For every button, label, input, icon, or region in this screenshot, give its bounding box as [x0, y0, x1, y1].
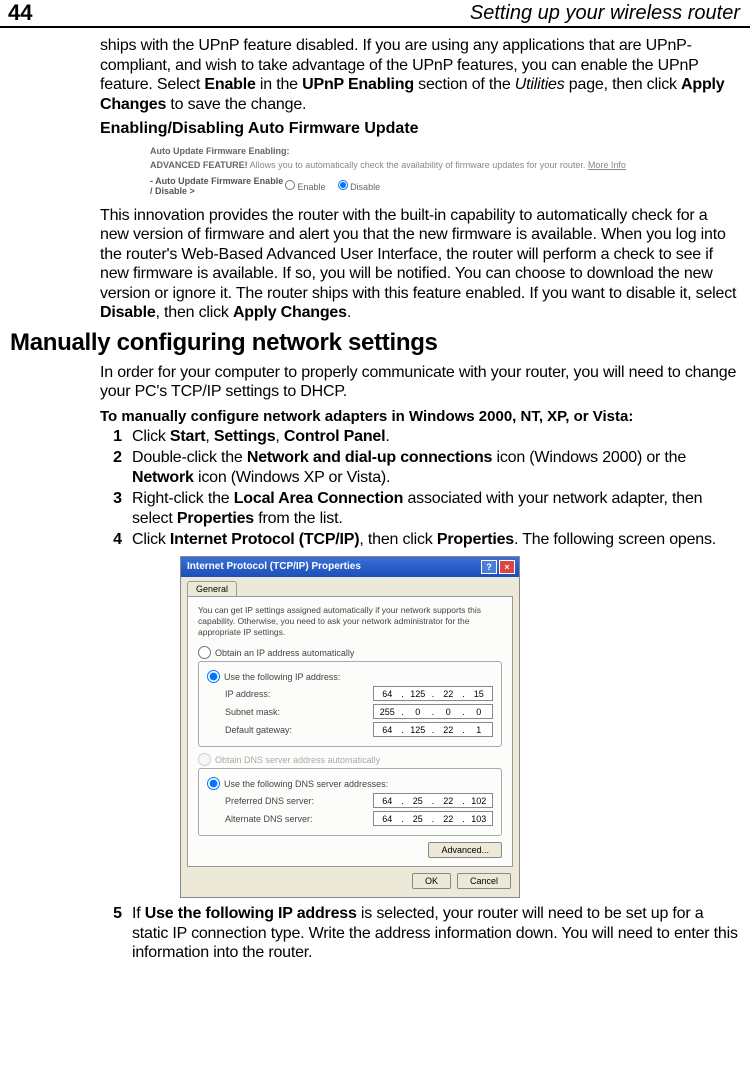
field-gateway: Default gateway: 64.125.22.1 [225, 722, 493, 737]
radio-obtain-ip[interactable]: Obtain an IP address automatically [198, 646, 502, 659]
titlebar: Internet Protocol (TCP/IP) Properties ? … [181, 557, 519, 577]
paragraph-dhcp: In order for your computer to properly c… [100, 363, 740, 402]
paragraph-auto-update: This innovation provides the router with… [100, 206, 740, 323]
ok-button[interactable]: OK [412, 873, 451, 889]
titlebar-text: Internet Protocol (TCP/IP) Properties [187, 561, 481, 572]
panel-desc: You can get IP settings assigned automat… [198, 605, 502, 638]
field-adns: Alternate DNS server: 64.25.22.103 [225, 811, 493, 826]
step-4: 4 Click Internet Protocol (TCP/IP), then… [100, 530, 740, 550]
radio-use-ip-input[interactable] [207, 670, 220, 683]
step-2: 2 Double-click the Network and dial-up c… [100, 448, 740, 487]
step-5: 5 If Use the following IP address is sel… [100, 904, 740, 963]
radio-enable-input[interactable] [285, 180, 295, 190]
ip-address-input[interactable]: 64.125.22.15 [373, 686, 493, 701]
panel: You can get IP settings assigned automat… [187, 596, 513, 867]
screenshot-tcpip-dialog: Internet Protocol (TCP/IP) Properties ? … [180, 556, 740, 898]
radio-obtain-dns-input [198, 753, 211, 766]
page-title: Setting up your wireless router [50, 2, 750, 25]
titlebar-buttons: ? × [481, 560, 515, 574]
subnet-mask-input[interactable]: 255.0.0.0 [373, 704, 493, 719]
screenshot-auto-update: Auto Update Firmware Enabling: ADVANCED … [150, 146, 630, 196]
radio-enable[interactable]: Enable [285, 180, 326, 192]
field-ip: IP address: 64.125.22.15 [225, 686, 493, 701]
tabs: General [187, 581, 519, 596]
tab-general[interactable]: General [187, 581, 237, 596]
group-dns: Use the following DNS server addresses: … [198, 768, 502, 836]
radio-use-dns-input[interactable] [207, 777, 220, 790]
s1-control-row: - Auto Update Firmware Enable / Disable … [150, 176, 630, 196]
content: ships with the UPnP feature disabled. If… [0, 28, 750, 963]
preferred-dns-input[interactable]: 64.25.22.102 [373, 793, 493, 808]
field-pdns: Preferred DNS server: 64.25.22.102 [225, 793, 493, 808]
paragraph-upnp: ships with the UPnP feature disabled. If… [100, 36, 740, 114]
close-button[interactable]: × [499, 560, 515, 574]
more-info-link[interactable]: More Info [588, 160, 626, 170]
numbered-list-cont: 5 If Use the following IP address is sel… [100, 904, 740, 963]
help-button[interactable]: ? [481, 560, 497, 574]
radio-disable-input[interactable] [338, 180, 348, 190]
page-number: 44 [0, 0, 50, 26]
list-heading: To manually configure network adapters i… [100, 408, 740, 425]
advanced-row: Advanced... [198, 842, 502, 858]
field-mask: Subnet mask: 255.0.0.0 [225, 704, 493, 719]
s1-label: - Auto Update Firmware Enable / Disable … [150, 176, 285, 196]
radio-obtain-dns: Obtain DNS server address automatically [198, 753, 502, 766]
s1-desc: ADVANCED FEATURE! Allows you to automati… [150, 159, 630, 172]
subhead-auto-firmware: Enabling/Disabling Auto Firmware Update [100, 120, 740, 138]
numbered-list: 1 Click Start, Settings, Control Panel. … [100, 427, 740, 550]
cancel-button[interactable]: Cancel [457, 873, 511, 889]
heading-manual-config: Manually configuring network settings [10, 329, 740, 357]
alternate-dns-input[interactable]: 64.25.22.103 [373, 811, 493, 826]
dialog-buttons: OK Cancel [181, 873, 511, 889]
gateway-input[interactable]: 64.125.22.1 [373, 722, 493, 737]
radio-use-ip[interactable]: Use the following IP address: [207, 670, 493, 683]
step-1: 1 Click Start, Settings, Control Panel. [100, 427, 740, 447]
dialog: Internet Protocol (TCP/IP) Properties ? … [180, 556, 520, 898]
group-static-ip: Use the following IP address: IP address… [198, 661, 502, 747]
step-3: 3 Right-click the Local Area Connection … [100, 489, 740, 528]
radio-use-dns[interactable]: Use the following DNS server addresses: [207, 777, 493, 790]
s1-title: Auto Update Firmware Enabling: [150, 146, 630, 156]
advanced-button[interactable]: Advanced... [428, 842, 502, 858]
radio-obtain-ip-input[interactable] [198, 646, 211, 659]
s1-radios: Enable Disable [285, 180, 380, 192]
radio-disable[interactable]: Disable [338, 180, 381, 192]
page-header: 44 Setting up your wireless router [0, 0, 750, 28]
